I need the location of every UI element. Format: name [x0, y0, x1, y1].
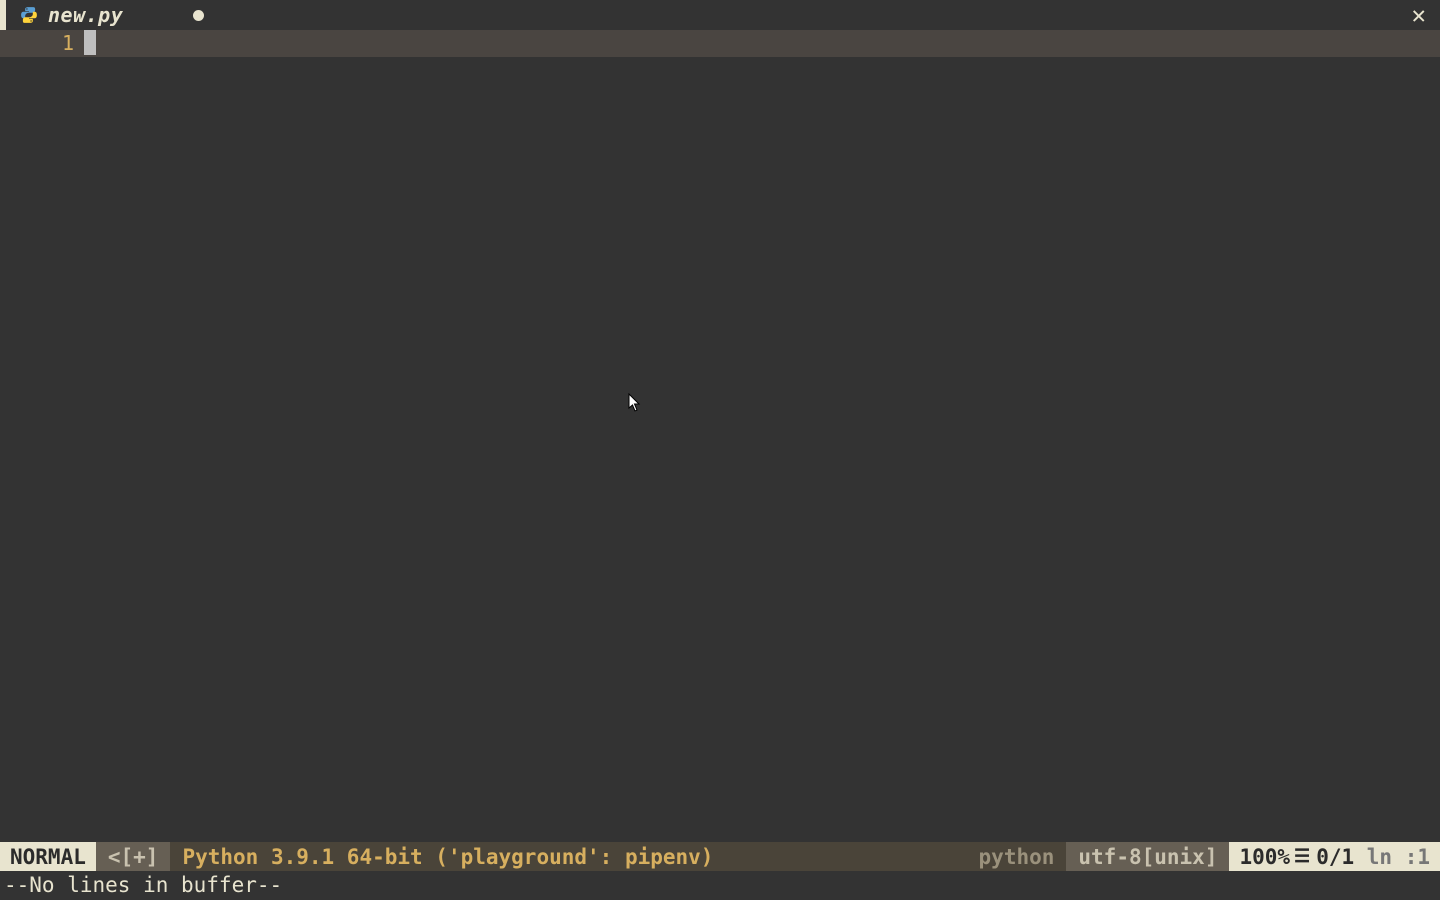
end-of-buffer-tilde: ~	[0, 273, 74, 300]
mode-segment: NORMAL	[0, 842, 96, 871]
end-of-buffer-tilde: ~	[0, 219, 74, 246]
end-of-buffer-tilde: ~	[0, 354, 74, 381]
end-of-buffer-tilde: ~	[0, 624, 74, 651]
end-of-buffer-tilde: ~	[0, 84, 74, 111]
position-segment: 100% ☰ 0/1 ln :1	[1229, 842, 1440, 871]
editor-area[interactable]: 1 ~~~~~~~~~~~~~~~~~~~~~~~~~~~~	[0, 30, 1440, 842]
encoding-segment: utf-8[unix]	[1066, 842, 1229, 871]
tab-newpy[interactable]: new.py	[0, 0, 222, 30]
editor-window: new.py ✕ 1 ~~~~~~~~~~~~~~~~~~~~~~~~~~~~ …	[0, 0, 1440, 900]
text-cursor	[84, 30, 96, 55]
flags-segment: <[+]	[96, 842, 171, 871]
interpreter-segment[interactable]: Python 3.9.1 64-bit ('playground': pipen…	[170, 842, 725, 871]
end-of-buffer-tilde: ~	[0, 111, 74, 138]
end-of-buffer-tilde: ~	[0, 597, 74, 624]
end-of-buffer-tilde: ~	[0, 381, 74, 408]
python-icon	[20, 6, 38, 24]
filetype-segment: python	[967, 842, 1067, 871]
line-col: ln :1	[1367, 845, 1430, 869]
end-of-buffer-tilde: ~	[0, 786, 74, 813]
modified-dot-icon	[193, 10, 204, 21]
hamburger-icon: ☰	[1294, 846, 1310, 867]
end-of-buffer-tilde: ~	[0, 408, 74, 435]
end-of-buffer-tilde: ~	[0, 732, 74, 759]
position-fraction: 0/1	[1316, 845, 1354, 869]
tab-filename: new.py	[48, 3, 123, 27]
end-of-buffer-tilde: ~	[0, 138, 74, 165]
tab-active-indicator	[0, 0, 6, 30]
end-of-buffer-tilde: ~	[0, 246, 74, 273]
tab-bar: new.py ✕	[0, 0, 1440, 30]
line-number: 1	[0, 30, 74, 57]
end-of-buffer-tilde: ~	[0, 300, 74, 327]
end-of-buffer-tilde: ~	[0, 57, 74, 84]
end-of-buffer-tilde: ~	[0, 489, 74, 516]
end-of-buffer-tilde: ~	[0, 165, 74, 192]
end-of-buffer-tilde: ~	[0, 759, 74, 786]
line-number-gutter: 1 ~~~~~~~~~~~~~~~~~~~~~~~~~~~~	[0, 30, 84, 842]
end-of-buffer-tilde: ~	[0, 192, 74, 219]
end-of-buffer-tilde: ~	[0, 543, 74, 570]
end-of-buffer-tilde: ~	[0, 678, 74, 705]
end-of-buffer-tilde: ~	[0, 570, 74, 597]
status-line: NORMAL <[+] Python 3.9.1 64-bit ('playgr…	[0, 842, 1440, 871]
percent: 100%	[1239, 845, 1290, 869]
close-icon[interactable]: ✕	[1412, 1, 1426, 29]
message-line: --No lines in buffer--	[0, 871, 1440, 900]
end-of-buffer-tilde: ~	[0, 705, 74, 732]
end-of-buffer-tilde: ~	[0, 435, 74, 462]
end-of-buffer-tilde: ~	[0, 651, 74, 678]
code-area[interactable]	[84, 30, 1440, 842]
end-of-buffer-tilde: ~	[0, 462, 74, 489]
status-spacer	[725, 842, 966, 871]
end-of-buffer-tilde: ~	[0, 327, 74, 354]
end-of-buffer-tilde: ~	[0, 516, 74, 543]
